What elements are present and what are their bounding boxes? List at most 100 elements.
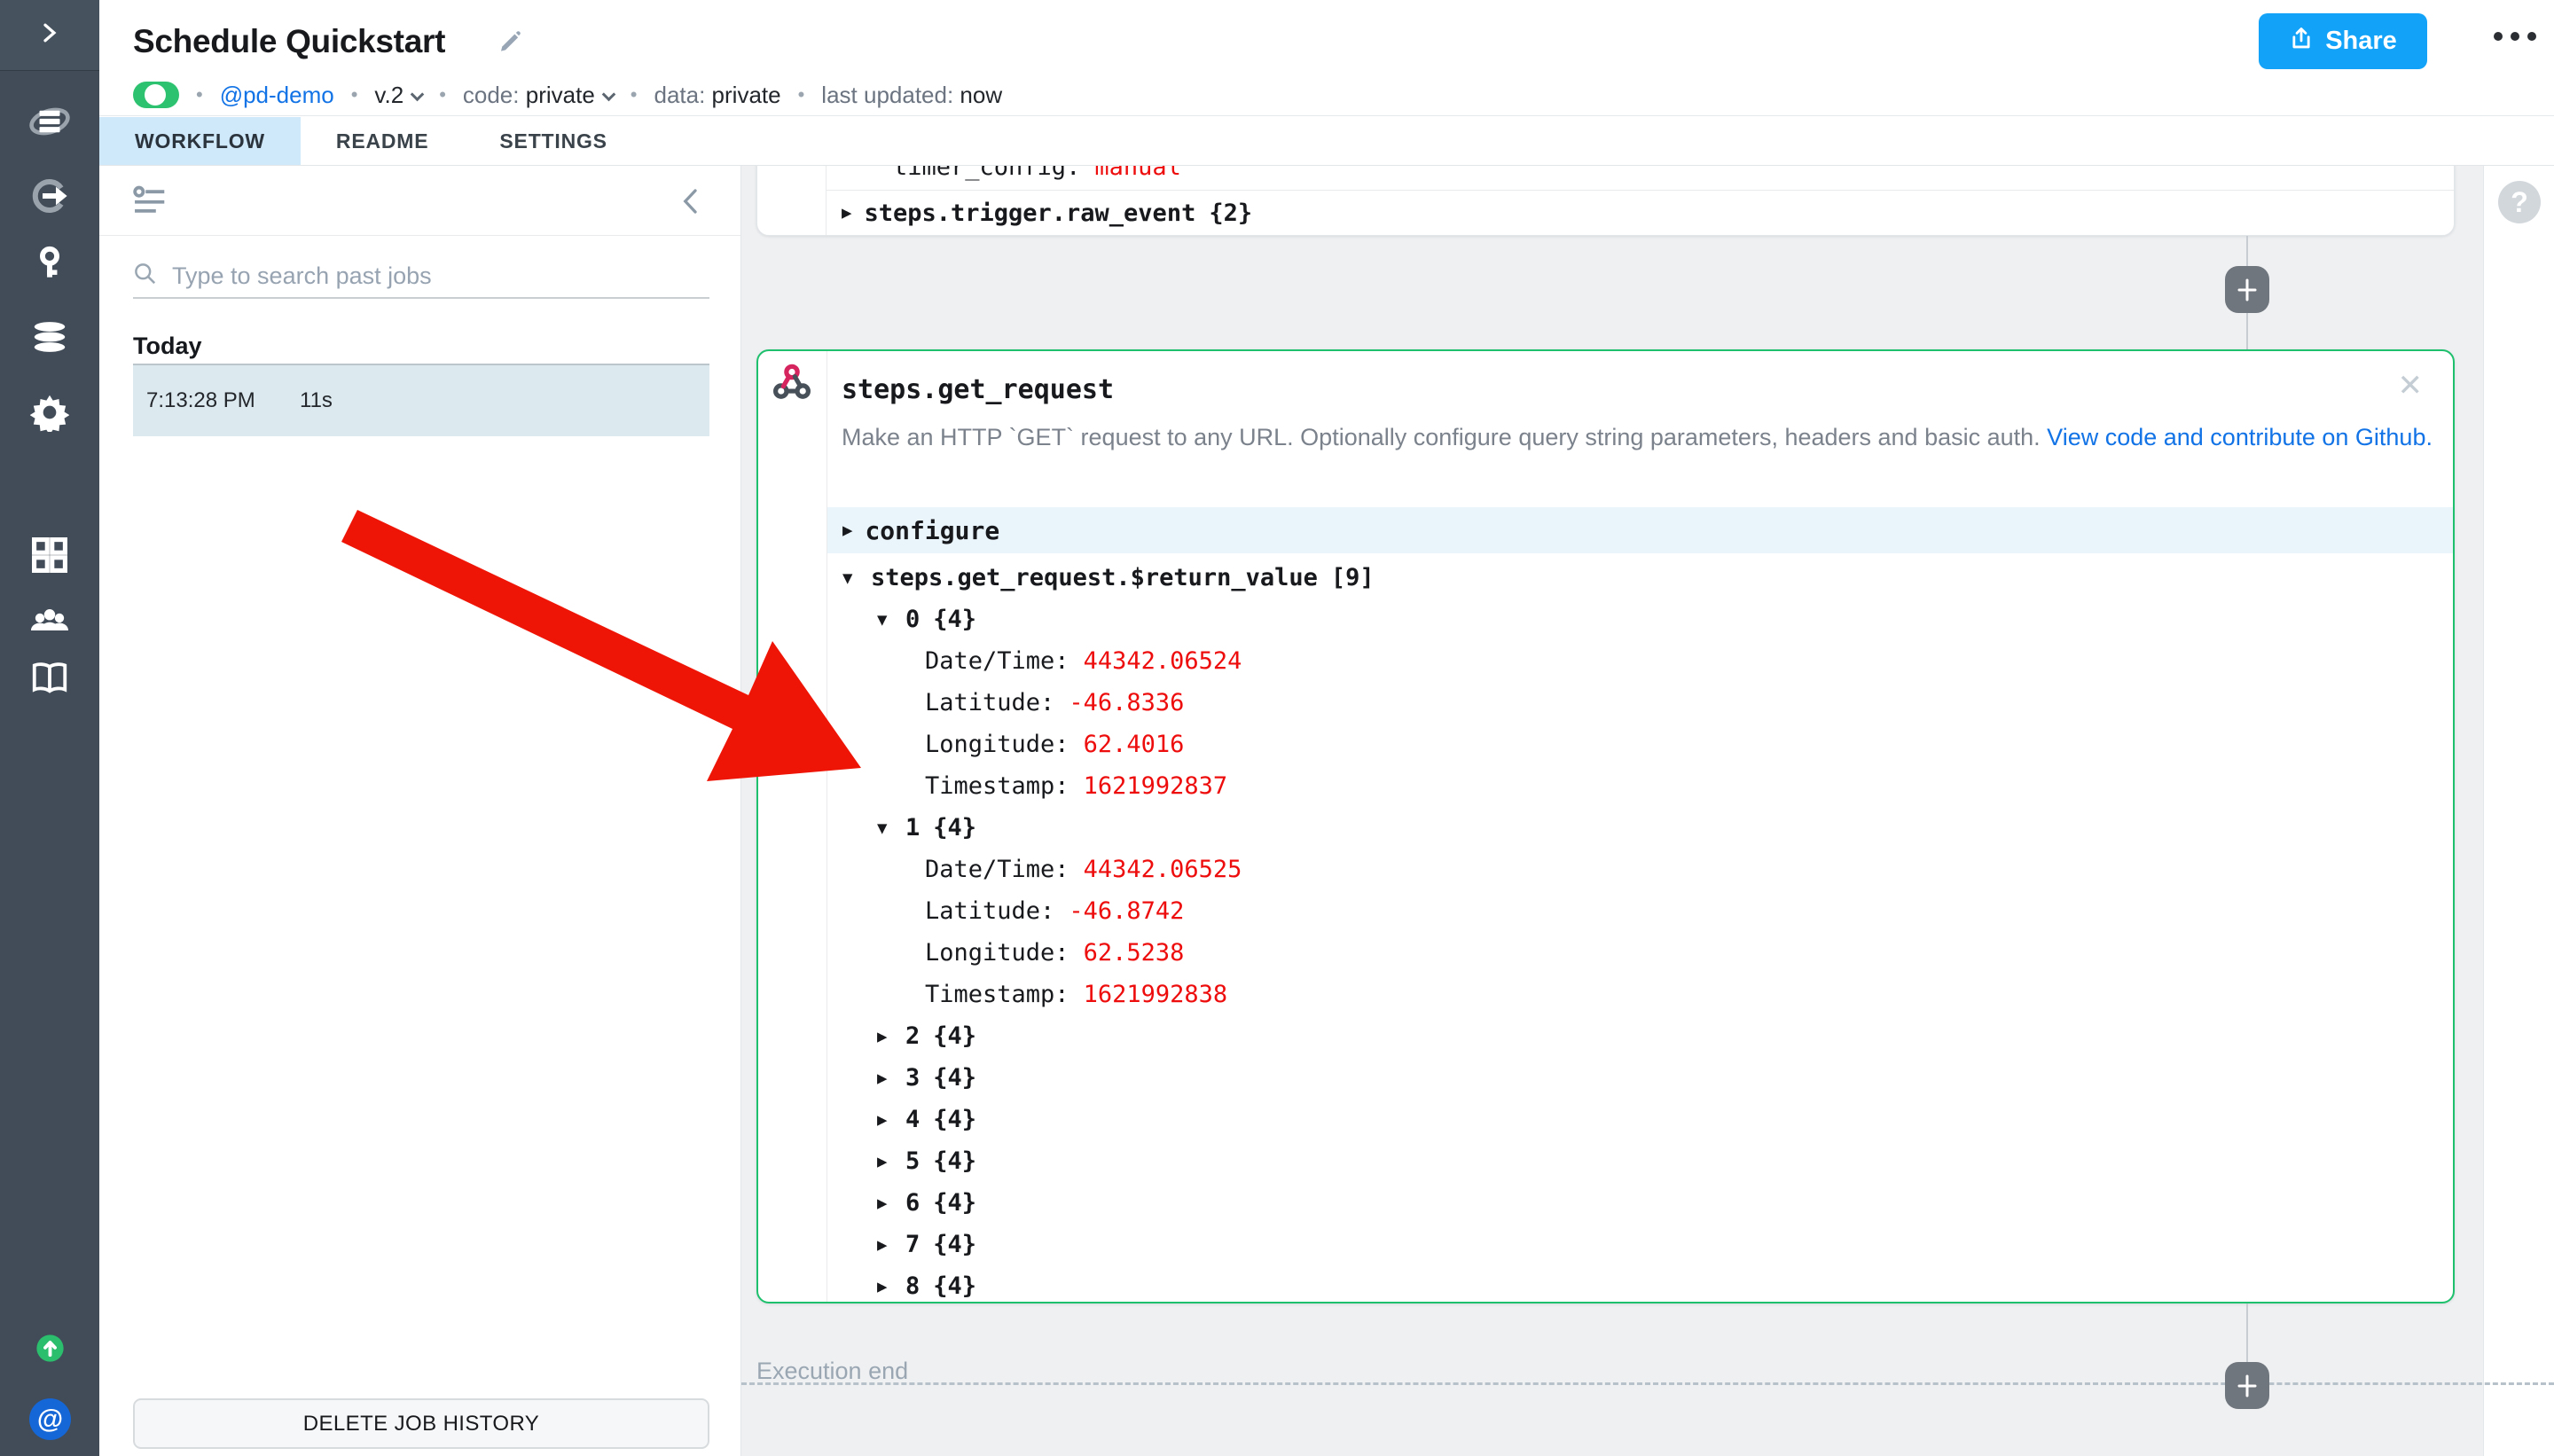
workflow-canvas: ? timer_config: manual ▶ steps.trigger.r… bbox=[741, 166, 2554, 1456]
tree-row[interactable]: ▼0{4} bbox=[827, 599, 2453, 640]
tree-row: Timestamp:1621992837 bbox=[827, 765, 2453, 807]
more-menu-button[interactable] bbox=[2494, 32, 2536, 41]
expanded-triangle-icon: ▼ bbox=[842, 568, 871, 588]
code-visibility-dropdown[interactable]: code: private bbox=[463, 82, 614, 109]
book-icon bbox=[29, 658, 70, 703]
tree-label: 2 bbox=[905, 1022, 920, 1050]
tree-label: 1 bbox=[905, 814, 920, 842]
expanded-triangle-icon: ▼ bbox=[877, 818, 905, 838]
field-key: Longitude: bbox=[925, 939, 1069, 967]
filter-list-icon[interactable] bbox=[133, 185, 167, 218]
edit-title-icon[interactable] bbox=[497, 28, 523, 59]
deploy-toggle[interactable] bbox=[133, 82, 179, 108]
trigger-step-card[interactable]: timer_config: manual ▶ steps.trigger.raw… bbox=[756, 166, 2455, 236]
sidebar-item-settings[interactable] bbox=[0, 393, 99, 436]
expand-chevron-icon bbox=[36, 20, 63, 51]
account-avatar[interactable]: @ bbox=[29, 1398, 71, 1440]
version-dropdown[interactable]: v.2 bbox=[374, 82, 422, 109]
account-glyph: @ bbox=[37, 1405, 63, 1435]
field-key: Timestamp: bbox=[925, 981, 1069, 1008]
sidebar-item-community[interactable] bbox=[0, 599, 99, 646]
search-input[interactable] bbox=[170, 262, 667, 291]
delete-job-history-button[interactable]: DELETE JOB HISTORY bbox=[133, 1398, 709, 1449]
search-icon bbox=[133, 262, 157, 290]
help-button[interactable]: ? bbox=[2498, 181, 2541, 223]
tree-label: 6 bbox=[905, 1189, 920, 1217]
github-link[interactable]: View code and contribute on Github. bbox=[2047, 424, 2433, 450]
data-visibility: data: private bbox=[654, 82, 780, 109]
tree-row[interactable]: ▶2{4} bbox=[827, 1015, 2453, 1057]
tree-label: 4 bbox=[905, 1106, 920, 1133]
tree-label: steps.get_request.$return_value bbox=[871, 564, 1318, 591]
sidebar-item-keys[interactable] bbox=[0, 245, 99, 288]
collapsed-triangle-icon: ▶ bbox=[877, 1027, 905, 1046]
field-value: 44342.06525 bbox=[1084, 856, 1242, 883]
tree-label: steps.trigger.raw_event bbox=[864, 200, 1195, 227]
tree-row[interactable]: ▶7{4} bbox=[827, 1224, 2453, 1265]
field-key: Longitude: bbox=[925, 731, 1069, 758]
page-title: Schedule Quickstart bbox=[133, 23, 445, 60]
trigger-raw-event-row[interactable]: ▶ steps.trigger.raw_event {2} bbox=[827, 191, 2454, 235]
field-key: Timestamp: bbox=[925, 772, 1069, 800]
account-link[interactable]: @pd-demo bbox=[220, 82, 334, 109]
apps-grid-icon bbox=[30, 536, 69, 579]
collapse-panel-button[interactable] bbox=[680, 188, 700, 219]
tree-count: [9] bbox=[1331, 564, 1375, 591]
tree-count: {4} bbox=[933, 1272, 976, 1300]
toggle-knob bbox=[145, 84, 166, 106]
sidebar-item-data-stores[interactable] bbox=[0, 317, 99, 362]
tab-settings[interactable]: SETTINGS bbox=[464, 117, 642, 165]
separator-dot: • bbox=[798, 83, 805, 106]
tree-row[interactable]: ▼1 {4} bbox=[827, 807, 2453, 849]
tree-row[interactable]: ▶8{4} bbox=[827, 1265, 2453, 1307]
tree-row: Latitude:-46.8336 bbox=[827, 682, 2453, 724]
job-row-selected[interactable]: 7:13:28 PM 11s bbox=[133, 364, 709, 436]
field-key: Latitude: bbox=[925, 689, 1054, 716]
tree-count: {2} bbox=[1209, 200, 1252, 227]
get-request-step-card[interactable]: steps.get_request ✕ Make an HTTP `GET` r… bbox=[756, 349, 2455, 1303]
database-icon bbox=[29, 317, 70, 362]
tree-count: {4} bbox=[933, 1147, 976, 1175]
add-step-button-end[interactable] bbox=[2225, 1362, 2269, 1409]
sidebar-item-apps[interactable] bbox=[0, 536, 99, 579]
separator-dot: • bbox=[439, 83, 446, 106]
execution-end-line bbox=[741, 1382, 2554, 1385]
field-key: Date/Time: bbox=[925, 856, 1069, 883]
share-icon bbox=[2289, 26, 2314, 58]
tree-count: {4} bbox=[933, 1189, 976, 1217]
tree-label: 8 bbox=[905, 1272, 920, 1300]
event-sources-icon bbox=[28, 175, 71, 222]
collapsed-triangle-icon: ▶ bbox=[877, 1069, 905, 1088]
separator-dot: • bbox=[351, 83, 358, 106]
chevron-down-icon bbox=[411, 87, 425, 101]
return-value-tree: ▼steps.get_request.$return_value[9]▼0{4}… bbox=[827, 557, 2453, 1307]
tree-count: {4} bbox=[933, 1231, 976, 1258]
close-icon[interactable]: ✕ bbox=[2398, 371, 2424, 401]
webhook-app-icon bbox=[772, 362, 812, 407]
separator-dot: • bbox=[631, 83, 638, 106]
workflows-icon bbox=[29, 101, 70, 146]
tree-row: Longitude:62.5238 bbox=[827, 932, 2453, 974]
tree-row[interactable]: ▶3{4} bbox=[827, 1057, 2453, 1099]
upgrade-button[interactable] bbox=[35, 1335, 65, 1365]
sidebar-item-docs[interactable] bbox=[0, 658, 99, 703]
tree-row[interactable]: ▶6 {4} bbox=[827, 1182, 2453, 1224]
tree-row[interactable]: ▼steps.get_request.$return_value [9] bbox=[827, 557, 2453, 599]
tab-workflow[interactable]: WORKFLOW bbox=[99, 117, 301, 165]
tree-label: 0 bbox=[905, 606, 920, 633]
sidebar-expand-button[interactable] bbox=[0, 0, 99, 71]
configure-section-toggle[interactable]: ▶ configure bbox=[827, 507, 2453, 553]
last-updated: last updated: now bbox=[821, 82, 1002, 109]
tree-row[interactable]: ▶4{4} bbox=[827, 1099, 2453, 1140]
sidebar-item-workflows[interactable] bbox=[0, 101, 99, 146]
job-time: 7:13:28 PM bbox=[146, 388, 266, 413]
sidebar-item-event-sources[interactable] bbox=[0, 175, 99, 222]
tree-row: Date/Time:44342.06524 bbox=[827, 640, 2453, 682]
collapsed-triangle-icon: ▶ bbox=[877, 1194, 905, 1213]
share-button[interactable]: Share bbox=[2259, 13, 2427, 69]
tree-row[interactable]: ▶5{4} bbox=[827, 1140, 2453, 1182]
add-step-button[interactable] bbox=[2225, 266, 2269, 313]
tab-readme[interactable]: README bbox=[301, 117, 464, 165]
tree-count: {4} bbox=[933, 814, 976, 842]
tree-row: Timestamp:1621992838 bbox=[827, 974, 2453, 1015]
